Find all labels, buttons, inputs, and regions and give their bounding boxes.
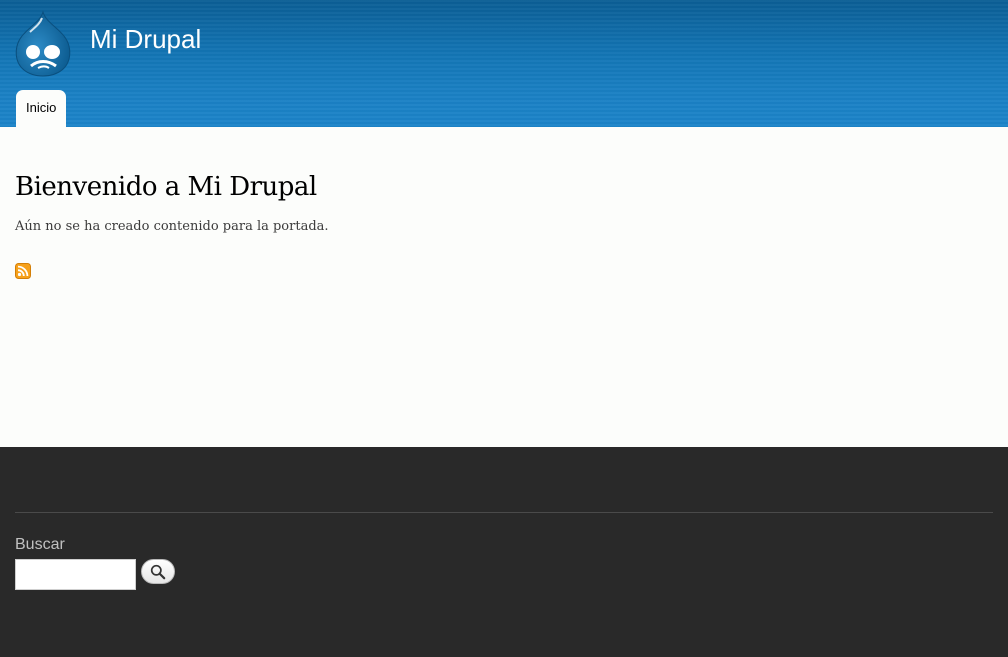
site-header: Mi Drupal Inicio — [0, 0, 1008, 127]
footer-divider — [15, 512, 993, 513]
site-name-link[interactable]: Mi Drupal — [90, 24, 201, 55]
rss-feed-icon[interactable] — [15, 263, 31, 279]
site-footer: Buscar — [0, 447, 1008, 657]
menu-tab-inicio[interactable]: Inicio — [16, 90, 67, 127]
search-icon — [150, 564, 166, 579]
main-content: Bienvenido a Mi Drupal Aún no se ha crea… — [0, 127, 1008, 447]
no-content-message: Aún no se ha creado contenido para la po… — [15, 219, 329, 234]
drupal-logo-icon[interactable] — [12, 10, 74, 78]
main-menu: Inicio — [16, 90, 67, 127]
search-button[interactable] — [141, 559, 175, 584]
search-input[interactable] — [15, 559, 136, 590]
search-block-title: Buscar — [15, 536, 65, 553]
page-title: Bienvenido a Mi Drupal — [15, 172, 317, 202]
